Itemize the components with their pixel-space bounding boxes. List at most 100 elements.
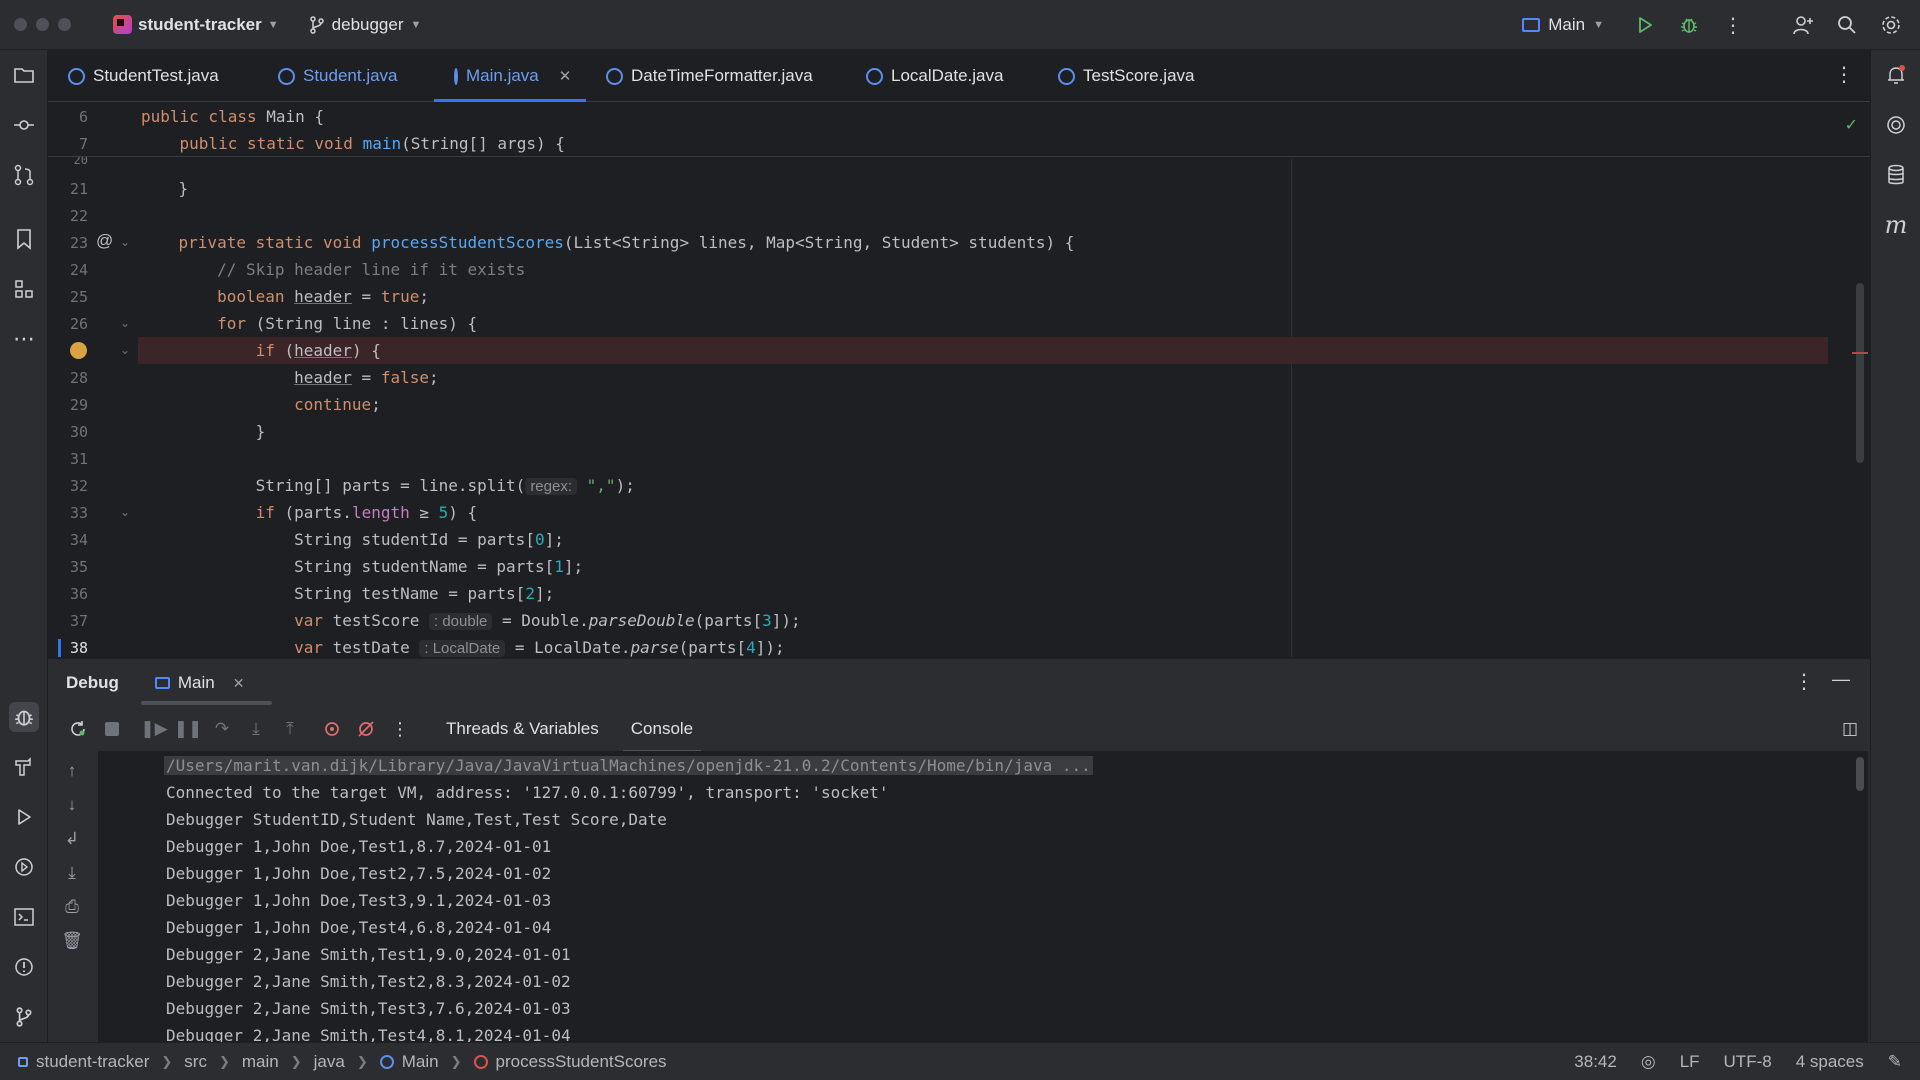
play-icon <box>18 809 31 825</box>
indent-setting[interactable]: 4 spaces <box>1796 1052 1864 1072</box>
line-number: 6 <box>78 108 88 126</box>
fold-chevron-icon[interactable]: ⌄ <box>120 235 130 249</box>
console-line: Connected to the target VM, address: '12… <box>166 783 889 802</box>
breadcrumb-item[interactable]: java <box>314 1052 345 1072</box>
stop-icon <box>105 722 119 736</box>
more-actions-button[interactable]: ⋮ <box>1718 10 1748 40</box>
minimize-window-button[interactable] <box>36 18 49 31</box>
project-tool-button[interactable] <box>9 60 39 90</box>
pause-button[interactable]: ❚❚ <box>174 715 203 743</box>
fold-chevron-icon[interactable]: ⌄ <box>120 316 130 330</box>
soft-wrap-icon[interactable]: ↲ <box>60 827 84 851</box>
ai-status-icon[interactable]: ◎ <box>1641 1052 1656 1072</box>
close-window-button[interactable] <box>14 18 27 31</box>
run-tool-button[interactable] <box>9 802 39 832</box>
rerun-button[interactable] <box>64 715 92 743</box>
close-session-icon[interactable]: ✕ <box>233 675 245 692</box>
build-tool-button[interactable] <box>9 752 39 782</box>
breadcrumb-item[interactable]: student-tracker <box>36 1052 149 1072</box>
breakpoint-stripe-marker[interactable] <box>1852 352 1868 354</box>
breadcrumb-item[interactable]: src <box>184 1052 207 1072</box>
pull-requests-tool-button[interactable] <box>9 160 39 190</box>
terminal-tool-button[interactable] <box>9 902 39 932</box>
type-hint: : LocalDate <box>419 640 506 657</box>
tab-datetimeformatter[interactable]: DateTimeFormatter.java <box>586 50 846 102</box>
layout-settings-icon[interactable]: ◫ <box>1842 719 1858 739</box>
chevron-right-icon: ❯ <box>450 1053 462 1069</box>
notifications-button[interactable] <box>1881 60 1911 90</box>
code-line: for (String line : lines) { <box>217 314 478 333</box>
tab-main[interactable]: Main.java ✕ <box>434 50 586 102</box>
parameter-hint: regex: <box>525 478 578 495</box>
tab-options-button[interactable]: ⋮ <box>1834 62 1854 87</box>
file-encoding[interactable]: UTF-8 <box>1724 1052 1772 1072</box>
bookmarks-tool-button[interactable] <box>9 224 39 254</box>
close-tab-icon[interactable]: ✕ <box>559 67 572 85</box>
database-button[interactable] <box>1881 160 1911 190</box>
debug-session-tab[interactable]: Main ✕ <box>140 659 272 707</box>
resume-button[interactable]: ❚▶ <box>140 715 168 743</box>
project-selector[interactable]: student-tracker ▼ <box>113 15 279 35</box>
up-arrow-icon[interactable]: ↑ <box>60 759 84 783</box>
structure-tool-button[interactable] <box>9 274 39 304</box>
settings-button[interactable] <box>1876 10 1906 40</box>
run-button[interactable] <box>1630 10 1660 40</box>
minimize-panel-icon[interactable]: — <box>1832 669 1850 690</box>
fold-chevron-icon[interactable]: ⌄ <box>120 505 130 519</box>
run-configuration-selector[interactable]: Main ▼ <box>1522 15 1604 35</box>
mute-breakpoints-button[interactable] <box>352 715 380 743</box>
services-icon <box>15 858 33 876</box>
editor-scrollbar[interactable] <box>1856 283 1864 463</box>
more-tools-button[interactable]: ⋯ <box>9 324 39 354</box>
chevron-down-icon: ▼ <box>267 18 279 31</box>
step-over-button[interactable]: ↷ <box>208 715 236 743</box>
tab-localdate[interactable]: LocalDate.java <box>846 50 1038 102</box>
step-out-button[interactable]: ⤒ <box>276 715 304 743</box>
breadcrumb-item[interactable]: Main <box>402 1052 439 1072</box>
line-separator[interactable]: LF <box>1680 1052 1700 1072</box>
tab-testscore[interactable]: TestScore.java <box>1038 50 1218 102</box>
tab-studenttest[interactable]: StudentTest.java <box>48 50 258 102</box>
code-editor[interactable]: ✓ 6 public class Main { 7 public static … <box>48 103 1870 657</box>
console-line: Debugger 1,John Doe,Test1,8.7,2024-01-01 <box>166 837 552 856</box>
maximize-window-button[interactable] <box>58 18 71 31</box>
commit-tool-button[interactable] <box>9 110 39 140</box>
tab-student[interactable]: Student.java <box>258 50 434 102</box>
search-button[interactable] <box>1832 10 1862 40</box>
project-name: student-tracker <box>138 14 262 34</box>
debug-tool-button[interactable] <box>9 702 39 732</box>
tab-threads-variables[interactable]: Threads & Variables <box>446 709 599 749</box>
stop-button[interactable] <box>98 715 126 743</box>
problems-tool-button[interactable] <box>9 952 39 982</box>
console-line: /Users/marit.van.dijk/Library/Java/JavaV… <box>164 756 1093 775</box>
print-icon[interactable]: ⎙ <box>60 895 84 919</box>
caret-position[interactable]: 38:42 <box>1574 1052 1617 1072</box>
breadcrumb-item[interactable]: main <box>242 1052 279 1072</box>
trash-icon[interactable]: 🗑 <box>60 929 84 953</box>
down-arrow-icon[interactable]: ↓ <box>60 793 84 817</box>
step-into-button[interactable]: ⤓ <box>242 715 270 743</box>
view-breakpoints-button[interactable] <box>318 715 346 743</box>
override-marker-icon[interactable]: @ <box>96 231 113 251</box>
more-debug-actions-button[interactable]: ⋮ <box>386 715 414 743</box>
tab-console[interactable]: Console <box>622 709 702 753</box>
chevron-right-icon: ❯ <box>218 1053 230 1069</box>
right-tool-strip: m <box>1870 50 1920 1042</box>
breakpoint-icon[interactable] <box>70 342 87 359</box>
ai-assistant-button[interactable] <box>1881 110 1911 140</box>
git-tool-button[interactable] <box>9 1002 39 1032</box>
code-line: private static void processStudentScores… <box>178 233 1075 252</box>
scroll-to-end-icon[interactable]: ⤓ <box>60 861 84 885</box>
services-tool-button[interactable] <box>9 852 39 882</box>
more-vertical-icon[interactable]: ⋮ <box>1794 669 1814 694</box>
fold-chevron-icon[interactable]: ⌄ <box>120 343 130 357</box>
maven-button[interactable]: m <box>1881 210 1911 240</box>
console-output[interactable]: /Users/marit.van.dijk/Library/Java/JavaV… <box>98 751 1868 1043</box>
console-scrollbar[interactable] <box>1856 757 1864 791</box>
line-number: 38 <box>69 639 88 657</box>
debug-button[interactable] <box>1674 10 1704 40</box>
branch-selector[interactable]: debugger ▼ <box>309 15 421 35</box>
breadcrumb-item[interactable]: processStudentScores <box>496 1052 667 1072</box>
code-with-me-button[interactable] <box>1788 10 1818 40</box>
lock-icon[interactable]: ✎ <box>1888 1052 1902 1072</box>
